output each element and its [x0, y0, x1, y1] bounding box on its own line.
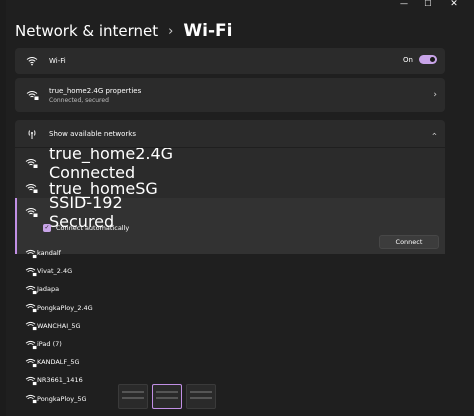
toggle-knob	[430, 57, 435, 62]
wifi-secured-icon	[25, 179, 39, 198]
network-name: iPad (7)	[37, 340, 62, 349]
antenna-icon	[25, 127, 39, 141]
network-name: Vivat_2.4G	[37, 267, 73, 276]
thumb-line	[190, 397, 212, 399]
window-thumbnail-active[interactable]	[152, 384, 182, 409]
thumb-line	[156, 397, 178, 399]
network-name: kandalf	[37, 249, 61, 258]
wifi-secured-icon	[25, 280, 37, 299]
available-networks-card: Show available networks › true_home2.4G …	[15, 120, 445, 254]
wifi-secured-icon	[25, 262, 37, 281]
breadcrumb-parent[interactable]: Network & internet	[15, 22, 158, 40]
thumb-line	[122, 391, 144, 393]
chevron-right-icon: ›	[433, 90, 437, 100]
thumb-line	[190, 391, 212, 393]
minimize-button[interactable]: —	[397, 0, 411, 8]
properties-title: true_home2.4G properties	[49, 86, 142, 95]
properties-row[interactable]: true_home2.4G properties Connected, secu…	[15, 78, 445, 112]
network-item[interactable]: iPad (7)	[15, 335, 445, 353]
wifi-toggle-switch[interactable]	[419, 55, 437, 64]
wifi-toggle-card: Wi-Fi On	[15, 48, 445, 74]
more-networks-list: kandalf Vivat_2.4G Jadapa PongkaPloy_2.4…	[15, 244, 445, 408]
properties-subtitle: Connected, secured	[49, 96, 109, 104]
wifi-secured-icon	[25, 316, 37, 335]
network-name: NR3661_1416	[37, 376, 83, 385]
settings-window: — ☐ ✕ Network & internet › Wi-Fi Wi-Fi O…	[0, 0, 474, 416]
network-item[interactable]: kandalf	[15, 244, 445, 262]
wifi-state-text: On	[403, 55, 413, 64]
network-item-connected[interactable]: true_home2.4G Connected	[15, 144, 445, 182]
auto-connect-checkbox[interactable]: ✓ Connect automatically	[43, 224, 129, 232]
properties-card[interactable]: true_home2.4G properties Connected, secu…	[15, 78, 445, 112]
window-thumbnail[interactable]	[118, 384, 148, 409]
network-name: PongkaPloy_5G	[37, 394, 87, 403]
network-item[interactable]: Vivat_2.4G	[15, 262, 445, 280]
auto-connect-label: Connect automatically	[56, 224, 130, 232]
checkmark-icon[interactable]: ✓	[43, 224, 51, 232]
wifi-icon	[25, 54, 39, 68]
thumb-line	[122, 397, 144, 399]
thumb-line	[156, 391, 178, 393]
network-texts: true_home2.4G Connected	[49, 144, 173, 182]
network-item[interactable]: PongkaPloy_2.4G	[15, 299, 445, 317]
network-name: WANCHAI_5G	[37, 321, 81, 330]
network-name: SSID-192	[49, 193, 123, 212]
breadcrumb-separator: ›	[168, 23, 174, 39]
network-item[interactable]: PongkaPloy_5G	[15, 390, 445, 408]
maximize-button[interactable]: ☐	[421, 0, 435, 8]
wifi-secured-icon	[25, 203, 39, 222]
network-item[interactable]: KANDALF_5G	[15, 353, 445, 371]
window-thumbnail[interactable]	[186, 384, 216, 409]
network-name: PongkaPloy_2.4G	[37, 303, 93, 312]
wifi-toggle-row: Wi-Fi On	[15, 48, 445, 74]
wifi-secured-icon	[25, 244, 37, 263]
wifi-secured-icon	[25, 154, 39, 173]
wifi-secured-icon	[25, 88, 39, 102]
left-nav-edge	[0, 0, 6, 416]
close-button[interactable]: ✕	[447, 0, 461, 9]
show-networks-header[interactable]: Show available networks ›	[15, 120, 445, 148]
network-name: Jadapa	[37, 285, 60, 294]
wifi-toggle-group: On	[403, 55, 437, 64]
main-content: Wi-Fi On true_home2.4G properties Connec…	[15, 48, 445, 257]
wifi-label: Wi-Fi	[49, 57, 66, 65]
network-item[interactable]: WANCHAI_5G	[15, 317, 445, 335]
page-title: Wi-Fi	[183, 21, 233, 41]
wifi-secured-icon	[25, 371, 37, 390]
show-networks-label: Show available networks	[49, 129, 137, 138]
chevron-up-icon: ›	[430, 131, 441, 136]
network-item[interactable]: Jadapa	[15, 280, 445, 298]
wifi-secured-icon	[25, 298, 37, 317]
expanded-network-row[interactable]: SSID-192 Secured	[17, 193, 445, 231]
properties-texts: true_home2.4G properties Connected, secu…	[49, 87, 141, 104]
breadcrumb: Network & internet › Wi-Fi	[15, 18, 232, 44]
wifi-secured-icon	[25, 389, 37, 408]
network-name: KANDALF_5G	[37, 358, 80, 367]
wifi-secured-icon	[25, 353, 37, 372]
network-item[interactable]: NR3661_1416	[15, 371, 445, 389]
taskbar-thumbnails	[118, 384, 216, 409]
wifi-secured-icon	[25, 335, 37, 354]
